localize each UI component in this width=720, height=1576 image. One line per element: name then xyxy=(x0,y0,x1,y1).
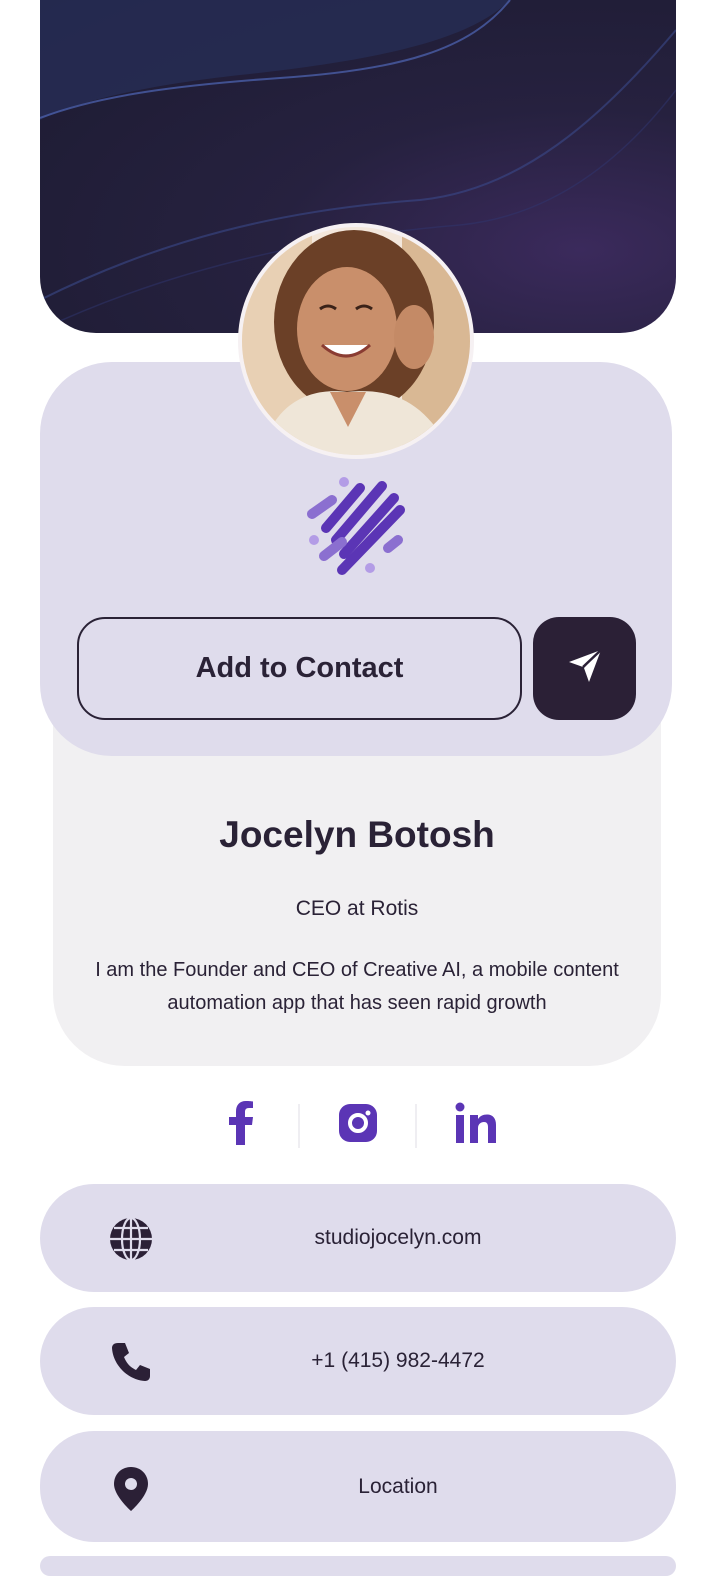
instagram-link[interactable] xyxy=(332,1100,384,1150)
facebook-icon xyxy=(226,1100,256,1150)
add-to-contact-button[interactable]: Add to Contact xyxy=(77,617,522,720)
linkedin-icon xyxy=(455,1102,497,1149)
facebook-link[interactable] xyxy=(215,1100,267,1150)
location-row[interactable]: Location xyxy=(40,1431,676,1542)
send-icon xyxy=(565,646,605,691)
location-pin-icon xyxy=(106,1464,156,1514)
phone-row[interactable]: +1 (415) 982-4472 xyxy=(40,1307,676,1415)
company-logo xyxy=(302,472,412,582)
phone-text: +1 (415) 982-4472 xyxy=(311,1349,485,1372)
linkedin-link[interactable] xyxy=(450,1100,502,1150)
website-text: studiojocelyn.com xyxy=(314,1226,482,1249)
social-divider xyxy=(415,1104,417,1148)
avatar xyxy=(238,223,474,459)
profile-bio: I am the Founder and CEO of Creative AI,… xyxy=(95,959,619,1014)
profile-name: Jocelyn Botosh xyxy=(219,814,495,855)
share-button[interactable] xyxy=(533,617,636,720)
next-row-peek xyxy=(40,1556,676,1576)
location-text: Location xyxy=(358,1474,438,1498)
globe-icon xyxy=(106,1214,156,1264)
website-row[interactable]: studiojocelyn.com xyxy=(40,1184,676,1292)
social-divider xyxy=(298,1104,300,1148)
profile-title: CEO at Rotis xyxy=(295,897,419,920)
instagram-icon xyxy=(338,1103,378,1148)
phone-icon xyxy=(106,1337,156,1387)
